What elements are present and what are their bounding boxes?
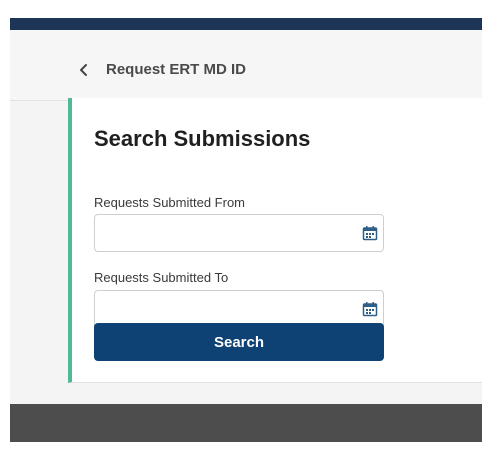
chevron-left-icon bbox=[76, 60, 92, 80]
to-date-label: Requests Submitted To bbox=[94, 270, 229, 285]
footer-bar bbox=[10, 404, 482, 442]
calendar-icon[interactable] bbox=[362, 225, 378, 241]
page-header: Request ERT MD ID bbox=[10, 30, 482, 100]
page-title: Request ERT MD ID bbox=[106, 61, 247, 78]
from-date-input[interactable] bbox=[94, 214, 384, 252]
app-window: Request ERT MD ID Search Submissions Req… bbox=[10, 18, 482, 442]
search-submissions-card: Search Submissions Requests Submitted Fr… bbox=[68, 98, 482, 383]
top-bar bbox=[10, 18, 482, 30]
back-button[interactable] bbox=[76, 60, 92, 80]
card-title: Search Submissions bbox=[94, 126, 311, 151]
from-date-label: Requests Submitted From bbox=[94, 195, 246, 210]
search-button[interactable]: Search bbox=[94, 323, 384, 361]
calendar-icon[interactable] bbox=[362, 301, 378, 317]
